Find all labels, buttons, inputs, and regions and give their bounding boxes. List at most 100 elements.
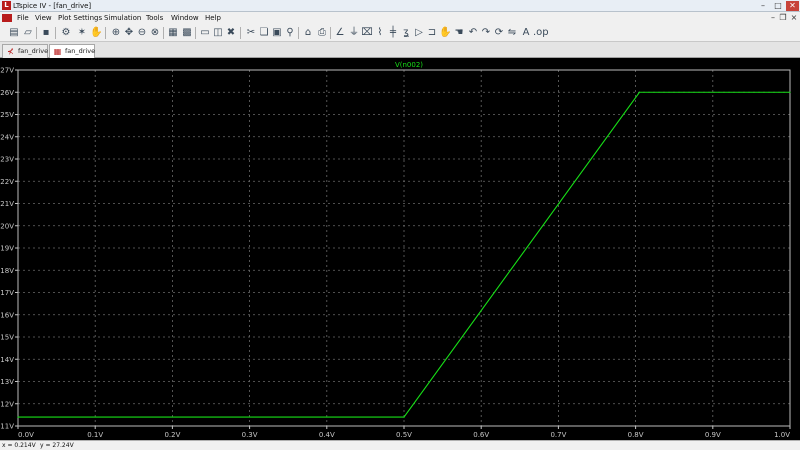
menu-bar: File View Plot Settings Simulation Tools… <box>0 12 800 24</box>
text-icon[interactable]: A <box>520 27 532 39</box>
menu-tools[interactable]: Tools <box>146 12 163 24</box>
grid-icon[interactable]: ▩ <box>181 27 193 39</box>
toolbar-separator <box>240 27 241 39</box>
menu-simulation[interactable]: Simulation <box>104 12 141 24</box>
trace-point <box>789 91 791 93</box>
cursor-x-readout: x = 0.214V <box>2 442 36 449</box>
toolbar-separator <box>55 27 56 39</box>
toolbar-separator <box>36 27 37 39</box>
trace-label-vn002[interactable]: V(n002) <box>395 61 423 69</box>
waveform-plot[interactable]: 27V 26V 25V 24V 23V 22V 21V 20V 19V 18V 17V 16V 15V 1… <box>0 58 800 440</box>
capacitor-icon[interactable]: ╪ <box>387 27 399 39</box>
x-tick-label: 0.2V <box>164 431 180 439</box>
x-tick-label: 0.1V <box>87 431 103 439</box>
menu-plot-settings[interactable]: Plot Settings <box>58 12 102 24</box>
open-folder-icon[interactable]: ▱ <box>22 27 34 39</box>
trace-point <box>638 91 641 93</box>
wire-icon[interactable]: ∠ <box>334 27 346 39</box>
trace-point <box>403 416 405 418</box>
close-plot-icon[interactable]: ✖ <box>225 27 237 39</box>
ground-icon[interactable]: ⏚ <box>348 27 360 39</box>
x-tick-label: 0.3V <box>242 431 258 439</box>
x-tick-label: 0.6V <box>473 431 489 439</box>
y-tick-label: 15V <box>0 334 14 342</box>
y-tick-label: 23V <box>0 156 14 164</box>
tile-vertical-icon[interactable]: ◫ <box>212 27 224 39</box>
cursor-y-readout: y = 27.24V <box>40 442 74 449</box>
redo-icon[interactable]: ↷ <box>480 27 492 39</box>
x-tick-label: 1.0V <box>774 431 790 439</box>
child-close-button[interactable]: × <box>789 13 799 23</box>
zoom-out-icon[interactable]: ⊖ <box>136 27 148 39</box>
y-tick-label: 27V <box>0 67 14 75</box>
y-tick-label: 17V <box>0 289 14 297</box>
copy-icon[interactable]: ❏ <box>258 27 270 39</box>
resistor-icon[interactable]: ⌇ <box>374 27 386 39</box>
menu-file[interactable]: File <box>17 12 29 24</box>
y-tick-label: 21V <box>0 200 14 208</box>
rotate-icon[interactable]: ⟳ <box>493 27 505 39</box>
maximize-button[interactable]: □ <box>771 1 785 11</box>
mirror-icon[interactable]: ⇋ <box>506 27 518 39</box>
y-tick-label: 25V <box>0 111 14 119</box>
toolbar-separator <box>195 27 196 39</box>
diode-icon[interactable]: ▷ <box>413 27 425 39</box>
zoom-in-icon[interactable]: ⊕ <box>110 27 122 39</box>
y-tick-label: 22V <box>0 178 14 186</box>
tab-waveform-fan-drive[interactable]: ▦ fan_drive <box>49 44 95 58</box>
autorange-icon[interactable]: ▦ <box>167 27 179 39</box>
toolbar-separator <box>105 27 106 39</box>
status-bar: x = 0.214V y = 27.24V <box>0 440 800 450</box>
child-minimize-button[interactable]: – <box>768 13 778 23</box>
tab-label: fan_drive <box>18 47 49 55</box>
new-schematic-icon[interactable]: ▤ <box>8 27 20 39</box>
tab-label: fan_drive <box>65 47 96 55</box>
inductor-icon[interactable]: ʓ <box>400 27 412 39</box>
menu-help[interactable]: Help <box>205 12 221 24</box>
y-tick-label: 26V <box>0 89 14 97</box>
menu-view[interactable]: View <box>35 12 52 24</box>
trace-point <box>17 416 19 418</box>
y-tick-label: 19V <box>0 245 14 253</box>
halt-icon[interactable]: ✋ <box>90 27 102 39</box>
zoom-fit-icon[interactable]: ⊗ <box>149 27 161 39</box>
x-tick-label: 0.0V <box>18 431 34 439</box>
label-net-icon[interactable]: ⌧ <box>361 27 373 39</box>
menu-window[interactable]: Window <box>171 12 199 24</box>
move-icon[interactable]: ✋ <box>439 27 451 39</box>
cut-icon[interactable]: ✂ <box>245 27 257 39</box>
find-icon[interactable]: ⚲ <box>284 27 296 39</box>
waveform-icon: ▦ <box>53 47 62 56</box>
minimize-button[interactable]: – <box>756 1 770 11</box>
y-tick-label: 11V <box>0 423 14 431</box>
print-icon[interactable]: ⎙ <box>316 27 328 39</box>
mdi-window-icon[interactable] <box>2 14 12 22</box>
undo-icon[interactable]: ↶ <box>467 27 479 39</box>
ltspice-window: L LTspice IV - [fan_drive] – □ ✕ File Vi… <box>0 0 800 450</box>
plot-svg[interactable]: 27V 26V 25V 24V 23V 22V 21V 20V 19V 18V 17V 16V 15V 1… <box>0 58 800 440</box>
component-icon[interactable]: ⊐ <box>426 27 438 39</box>
drag-icon[interactable]: ☚ <box>453 27 465 39</box>
run-icon[interactable]: ✶ <box>76 27 88 39</box>
tile-horizontal-icon[interactable]: ▭ <box>199 27 211 39</box>
schematic-icon: ⊀ <box>7 47 14 56</box>
pan-icon[interactable]: ✥ <box>123 27 135 39</box>
paste-icon[interactable]: ▣ <box>271 27 283 39</box>
close-button[interactable]: ✕ <box>786 1 799 11</box>
x-tick-label: 0.8V <box>628 431 644 439</box>
tab-schematic-fan-drive[interactable]: ⊀ fan_drive <box>2 44 48 58</box>
toolbar: ▤ ▱ ▪ ⚙ ✶ ✋ ⊕ ✥ ⊖ ⊗ ▦ ▩ ▭ ◫ ✖ ✂ ❏ ▣ ⚲ ⌂ … <box>0 24 800 42</box>
y-tick-label: 14V <box>0 356 14 364</box>
y-tick-label: 16V <box>0 311 14 319</box>
y-tick-label: 18V <box>0 267 14 275</box>
x-tick-label: 0.7V <box>550 431 566 439</box>
x-tick-label: 0.5V <box>396 431 412 439</box>
child-restore-button[interactable]: ❐ <box>778 13 788 23</box>
y-tick-label: 13V <box>0 378 14 386</box>
spice-directive-icon[interactable]: .op <box>533 27 549 39</box>
toolbar-separator <box>163 27 164 39</box>
save-icon[interactable]: ▪ <box>40 27 52 39</box>
document-tabs: ⊀ fan_drive ▦ fan_drive <box>0 42 800 58</box>
print-setup-icon[interactable]: ⌂ <box>302 27 314 39</box>
control-panel-icon[interactable]: ⚙ <box>60 27 72 39</box>
